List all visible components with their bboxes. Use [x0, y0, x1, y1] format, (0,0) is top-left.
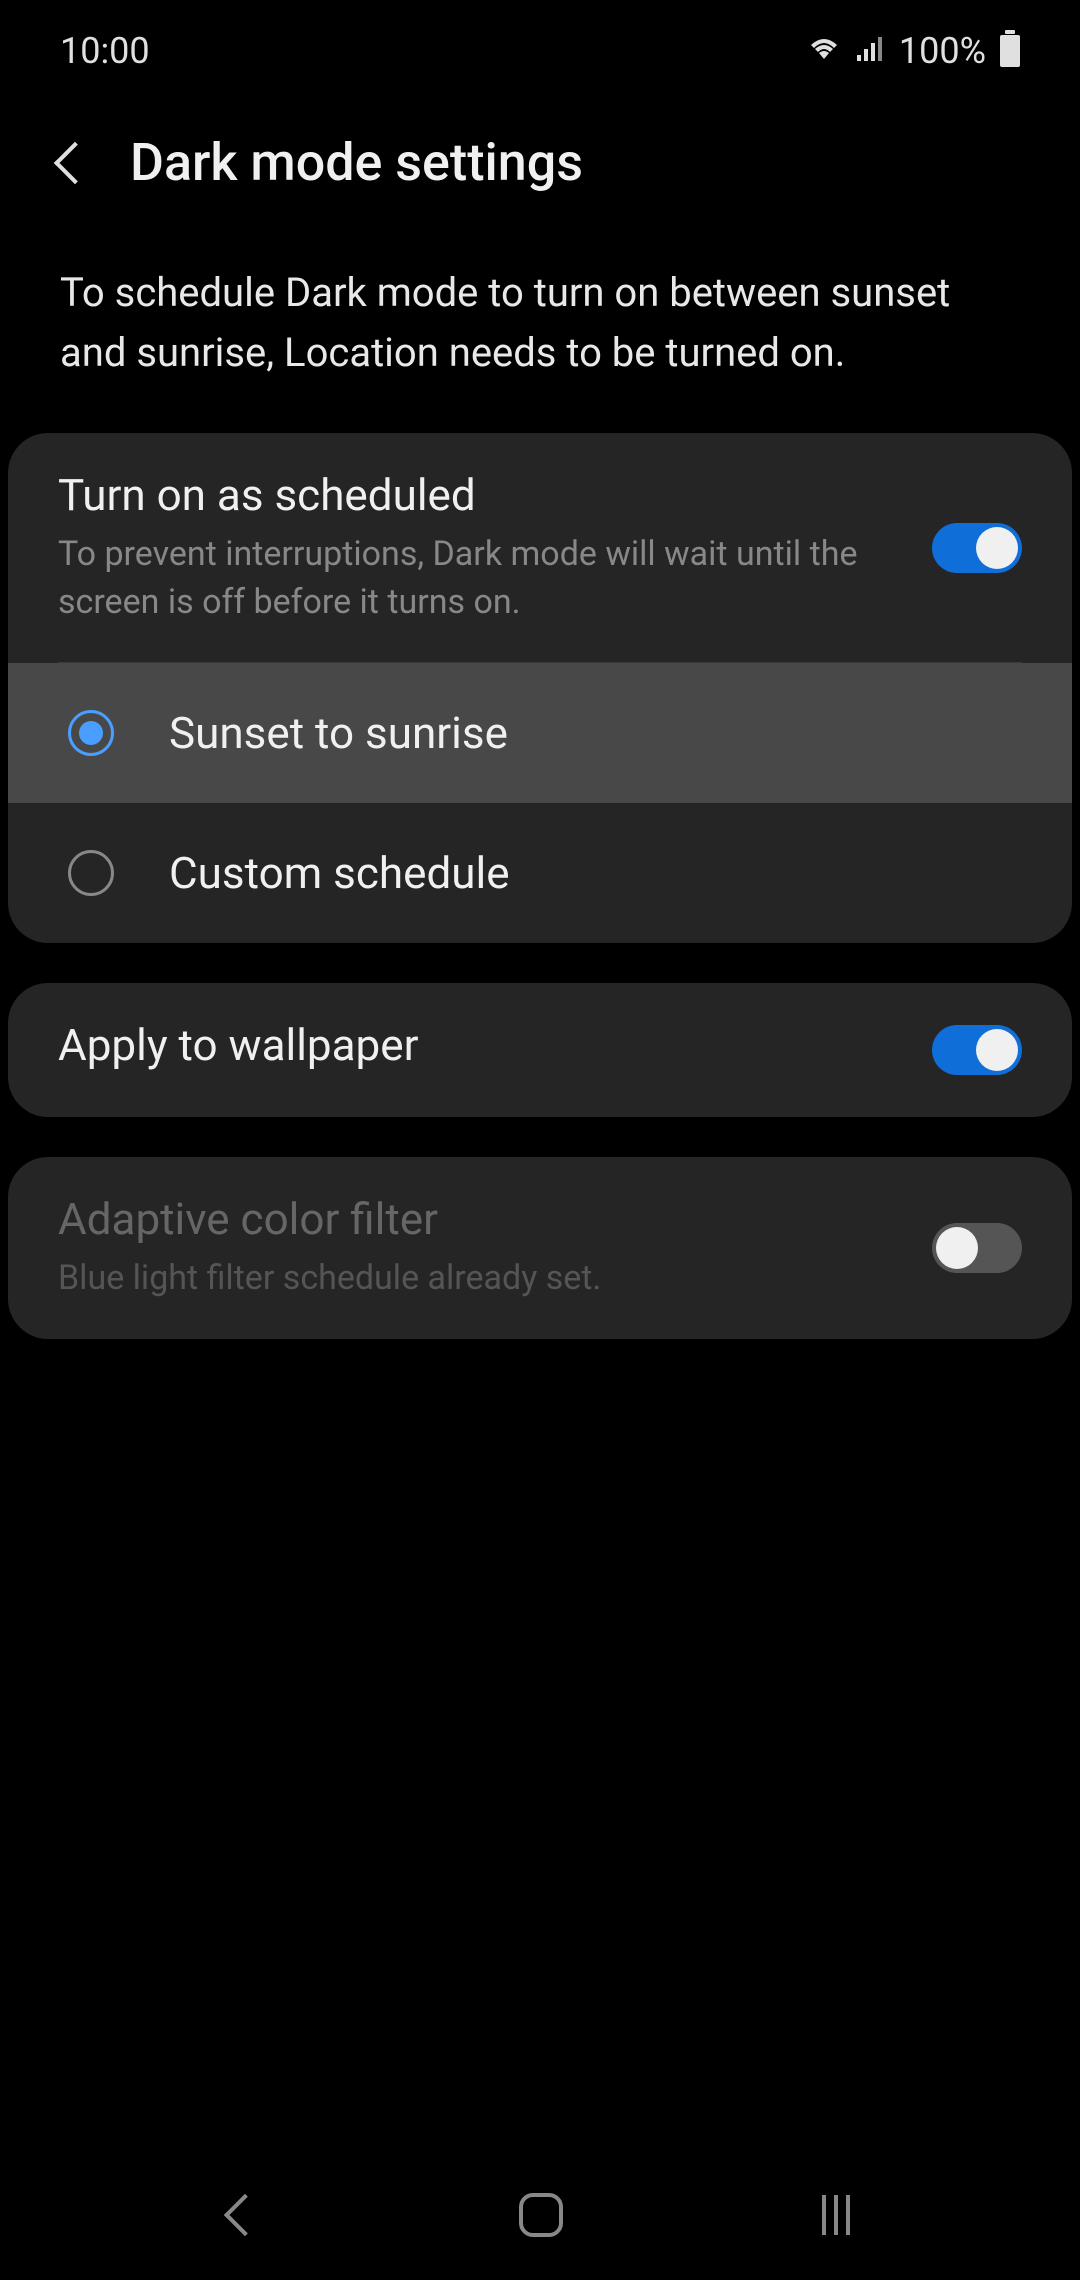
radio-label: Custom schedule [169, 847, 510, 899]
back-icon[interactable] [54, 141, 96, 183]
schedule-subtitle: To prevent interruptions, Dark mode will… [58, 531, 902, 626]
status-indicators: 100% [807, 30, 1020, 72]
info-text: To schedule Dark mode to turn on between… [0, 223, 1080, 433]
adaptive-row: Adaptive color filter Blue light filter … [8, 1157, 1072, 1339]
status-time: 10:00 [60, 30, 150, 72]
adaptive-toggle [932, 1223, 1022, 1273]
turn-on-scheduled-row[interactable]: Turn on as scheduled To prevent interrup… [8, 433, 1072, 662]
radio-option-custom[interactable]: Custom schedule [8, 803, 1072, 943]
wallpaper-toggle[interactable] [932, 1025, 1022, 1075]
battery-text: 100% [899, 30, 986, 72]
setting-text-block: Turn on as scheduled To prevent interrup… [58, 469, 902, 626]
toggle-thumb [976, 1029, 1018, 1071]
navigation-bar [0, 2150, 1080, 2280]
spacer [0, 1117, 1080, 1157]
radio-option-sunset[interactable]: Sunset to sunrise [8, 663, 1072, 803]
toggle-thumb [936, 1227, 978, 1269]
wallpaper-title: Apply to wallpaper [58, 1019, 902, 1071]
schedule-title: Turn on as scheduled [58, 469, 902, 521]
adaptive-subtitle: Blue light filter schedule already set. [58, 1255, 902, 1303]
signal-icon [855, 30, 885, 72]
radio-icon [68, 710, 114, 756]
status-bar: 10:00 100% [0, 0, 1080, 92]
wallpaper-card: Apply to wallpaper [8, 983, 1072, 1117]
wifi-icon [807, 30, 841, 72]
battery-icon [1000, 35, 1020, 67]
schedule-toggle[interactable] [932, 523, 1022, 573]
setting-text-block: Apply to wallpaper [58, 1019, 902, 1081]
radio-label: Sunset to sunrise [169, 707, 508, 759]
toggle-thumb [976, 527, 1018, 569]
apply-wallpaper-row[interactable]: Apply to wallpaper [8, 983, 1072, 1117]
header: Dark mode settings [0, 92, 1080, 223]
adaptive-card: Adaptive color filter Blue light filter … [8, 1157, 1072, 1339]
adaptive-title: Adaptive color filter [58, 1193, 902, 1245]
nav-home-icon[interactable] [519, 2193, 563, 2237]
page-title: Dark mode settings [130, 132, 583, 193]
radio-icon [68, 850, 114, 896]
nav-back-icon[interactable] [223, 2194, 265, 2236]
spacer [0, 943, 1080, 983]
nav-recent-icon[interactable] [822, 2195, 850, 2235]
setting-text-block: Adaptive color filter Blue light filter … [58, 1193, 902, 1303]
schedule-card: Turn on as scheduled To prevent interrup… [8, 433, 1072, 943]
